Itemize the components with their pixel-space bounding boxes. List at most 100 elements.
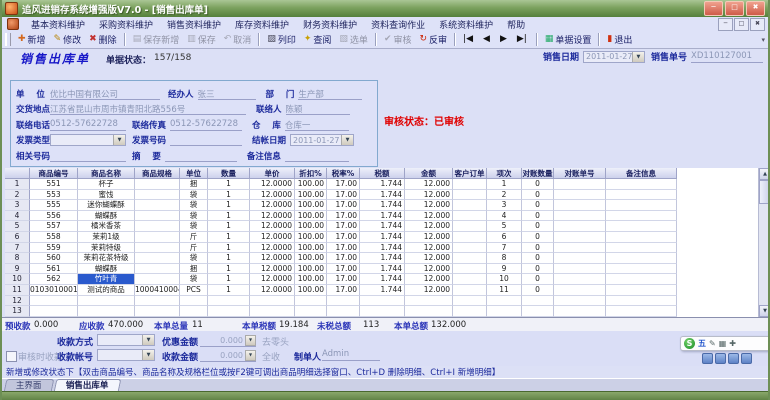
cell[interactable]: 0 — [522, 242, 554, 254]
cell[interactable]: 12.0000 — [250, 210, 295, 222]
menu-item-4[interactable]: 财务资料维护 — [296, 18, 364, 31]
ime-sub-icon[interactable] — [741, 353, 752, 364]
cell[interactable]: 0 — [522, 200, 554, 211]
cell[interactable] — [208, 295, 250, 307]
mdi-close-button[interactable]: ✖ — [750, 17, 765, 31]
cell[interactable] — [554, 179, 606, 190]
toolbar-button-反审[interactable]: ↻ 反审 — [416, 32, 452, 47]
nav-last-button[interactable]: ▶| — [513, 32, 533, 47]
cell[interactable] — [453, 200, 487, 211]
cell[interactable]: 1 — [208, 263, 250, 275]
cell[interactable]: 茉莉特级 — [78, 242, 135, 254]
menu-item-0[interactable]: 基本资料维护 — [24, 18, 92, 31]
cell[interactable]: 12.000 — [405, 242, 453, 254]
cell[interactable]: 553 — [30, 189, 78, 201]
cell[interactable] — [135, 274, 180, 285]
cell[interactable]: 100.00 — [295, 189, 327, 201]
cell[interactable]: 1 — [208, 200, 250, 211]
cell[interactable]: 杯子 — [78, 179, 135, 190]
toolbar-button-修改[interactable]: ✎ 修改 — [50, 32, 86, 47]
ime-sub-icon[interactable] — [702, 353, 713, 364]
cell[interactable]: 12.0000 — [250, 200, 295, 211]
sogou-icon[interactable]: S — [684, 338, 695, 349]
cell[interactable] — [453, 306, 487, 317]
cell[interactable]: 12.000 — [405, 253, 453, 264]
cell[interactable]: 100.00 — [295, 242, 327, 254]
cell[interactable]: 1 — [208, 210, 250, 222]
cell[interactable]: 1 — [208, 179, 250, 190]
cell[interactable]: 17.00 — [327, 210, 360, 222]
toolbar-button-查阅[interactable]: ✦ 查阅 — [300, 32, 336, 47]
cell[interactable] — [208, 306, 250, 317]
cell[interactable] — [453, 295, 487, 307]
cell[interactable]: 蜜饯 — [78, 189, 135, 201]
cell[interactable]: 12.000 — [405, 210, 453, 222]
cell[interactable]: 17.00 — [327, 263, 360, 275]
ime-sub-icons[interactable] — [702, 353, 752, 364]
cell[interactable]: 1 — [208, 242, 250, 254]
cell[interactable]: 561 — [30, 263, 78, 275]
cell[interactable]: 100.00 — [295, 274, 327, 285]
cell[interactable]: 0 — [522, 263, 554, 275]
chevron-down-icon[interactable]: ▼ — [341, 135, 354, 145]
remark-field[interactable] — [284, 150, 349, 162]
cell[interactable]: 100.00 — [295, 179, 327, 190]
payment-method-combo[interactable]: ▼ — [97, 334, 155, 346]
cell[interactable]: 559 — [30, 242, 78, 254]
cell[interactable]: 袋 — [180, 200, 208, 211]
cell[interactable] — [135, 231, 180, 243]
menu-item-7[interactable]: 帮助 — [500, 18, 532, 31]
cell[interactable]: 1 — [208, 253, 250, 264]
dept-field[interactable]: 生产部 — [298, 88, 363, 100]
cell[interactable]: 袋 — [180, 189, 208, 201]
scroll-up-icon[interactable]: ▲ — [759, 168, 768, 180]
cell[interactable]: 1.744 — [360, 231, 405, 243]
cell[interactable] — [135, 253, 180, 264]
invoice-type-combo[interactable]: ▼ — [50, 134, 126, 146]
cell[interactable]: 0 — [522, 284, 554, 296]
sale-no-field[interactable]: XD110127001 — [691, 51, 763, 63]
input-method-bar[interactable]: S 五 ✎ ▦ ✚ — [680, 336, 768, 351]
cell[interactable]: 1.744 — [360, 189, 405, 201]
cell[interactable] — [606, 210, 677, 222]
cell[interactable]: 12.0000 — [250, 253, 295, 264]
cell[interactable]: 蝴蝶酥 — [78, 210, 135, 222]
cell[interactable] — [30, 306, 78, 317]
cell[interactable] — [606, 295, 677, 307]
cell[interactable]: 1.744 — [360, 284, 405, 296]
cell[interactable]: 6 — [487, 231, 522, 243]
cell[interactable] — [522, 295, 554, 307]
settings-icon[interactable]: ✚ — [729, 339, 736, 348]
cell[interactable] — [554, 231, 606, 243]
cell[interactable] — [360, 295, 405, 307]
nav-prev-button[interactable]: ◀ — [479, 32, 496, 47]
cell[interactable]: 2 — [487, 189, 522, 201]
toolbar-overflow-icon[interactable]: ▾ — [761, 36, 765, 44]
cell[interactable] — [180, 306, 208, 317]
cell[interactable] — [453, 263, 487, 275]
cell[interactable] — [78, 306, 135, 317]
cell[interactable]: 斤 — [180, 242, 208, 254]
cell[interactable] — [606, 274, 677, 285]
cell[interactable]: 茉莉1级 — [78, 231, 135, 243]
cell[interactable] — [522, 306, 554, 317]
cell[interactable]: 100.00 — [295, 231, 327, 243]
cell[interactable]: 12.000 — [405, 231, 453, 243]
cell[interactable]: 100.00 — [295, 210, 327, 222]
cell[interactable]: 17.00 — [327, 200, 360, 211]
cell[interactable] — [554, 221, 606, 232]
cell[interactable]: 茉莉花茶特级 — [78, 253, 135, 264]
cell[interactable]: 17.00 — [327, 221, 360, 232]
cell[interactable] — [135, 263, 180, 275]
cell[interactable]: 0 — [522, 231, 554, 243]
cell[interactable] — [606, 306, 677, 317]
cell[interactable] — [554, 306, 606, 317]
cell[interactable] — [405, 295, 453, 307]
maximize-button[interactable]: □ — [725, 1, 744, 16]
menu-item-2[interactable]: 销售资料维护 — [160, 18, 228, 31]
chevron-down-icon[interactable]: ▼ — [142, 350, 154, 360]
cell[interactable]: 捆 — [180, 179, 208, 190]
cell[interactable] — [453, 221, 487, 232]
cell[interactable]: 5 — [487, 221, 522, 232]
wubi-icon[interactable]: 五 — [698, 339, 706, 348]
